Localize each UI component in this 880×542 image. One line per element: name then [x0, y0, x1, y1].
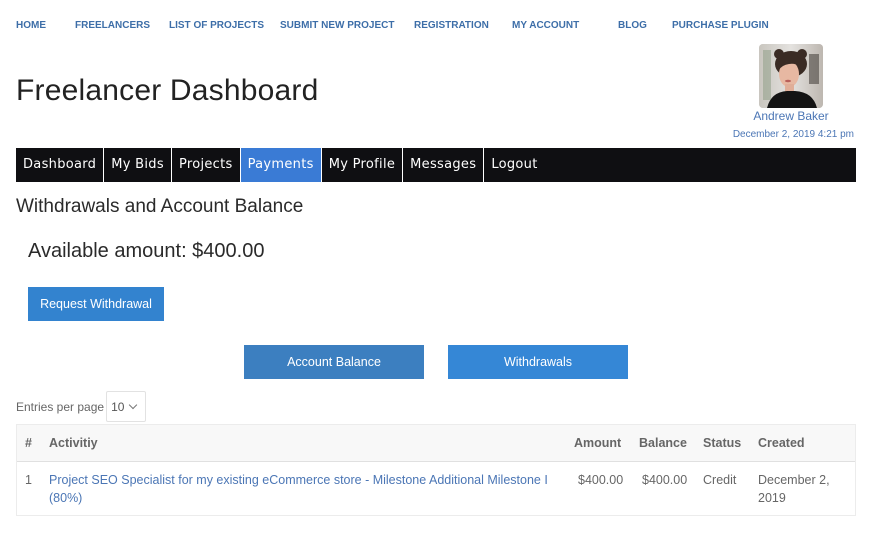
entries-per-page: Entries per page 10 — [16, 391, 147, 422]
nav-link-freelancers[interactable]: FREELANCERS — [75, 20, 150, 31]
transactions-table: # Activitiy Amount Balance Status Create… — [16, 424, 856, 516]
tab-projects[interactable]: Projects — [172, 148, 241, 182]
available-amount: Available amount: $400.00 — [28, 240, 265, 262]
entries-per-page-select[interactable]: 10 — [106, 391, 147, 422]
column-header-status: Status — [703, 436, 742, 450]
column-header-amount: Amount — [574, 436, 622, 450]
row-created-line1: December 2, — [758, 473, 830, 487]
column-header-balance: Balance — [639, 436, 687, 450]
tab-logout[interactable]: Logout — [484, 148, 544, 182]
entries-per-page-label: Entries per page — [16, 399, 105, 414]
user-avatar-icon — [759, 44, 823, 108]
activity-text-line1: Project SEO Specialist for my existing e… — [49, 473, 548, 487]
column-header-number: # — [25, 436, 32, 450]
request-withdrawal-button[interactable]: Request Withdrawal — [28, 287, 164, 321]
dashboard-tabs: Dashboard My Bids Projects Payments My P… — [16, 148, 856, 182]
row-amount: $400.00 — [578, 473, 624, 487]
column-header-activity: Activitiy — [49, 436, 98, 450]
nav-link-purchase-plugin[interactable]: PURCHASE PLUGIN — [672, 20, 769, 31]
tab-dashboard[interactable]: Dashboard — [16, 148, 105, 182]
row-balance: $400.00 — [642, 473, 688, 487]
row-created: December 2, 2019 — [758, 471, 830, 507]
activity-text-line2: (80%) — [49, 491, 83, 505]
nav-link-submit-new-project[interactable]: SUBMIT NEW PROJECT — [280, 20, 394, 31]
activity-link[interactable]: Project SEO Specialist for my existing e… — [49, 471, 559, 507]
chevron-down-icon — [129, 400, 138, 409]
page-title: Freelancer Dashboard — [16, 74, 319, 107]
row-number: 1 — [25, 473, 32, 487]
withdrawals-button[interactable]: Withdrawals — [448, 345, 628, 379]
user-datetime: December 2, 2019 4:21 pm — [732, 129, 854, 140]
entries-per-page-value: 10 — [111, 399, 125, 414]
avatar[interactable] — [759, 44, 823, 108]
tab-messages[interactable]: Messages — [403, 148, 485, 182]
nav-link-my-account[interactable]: MY ACCOUNT — [512, 20, 579, 31]
user-name-link[interactable]: Andrew Baker — [728, 109, 854, 123]
table-row: 1 Project SEO Specialist for my existing… — [17, 462, 855, 515]
account-balance-button[interactable]: Account Balance — [244, 345, 424, 379]
tab-my-profile[interactable]: My Profile — [322, 148, 404, 182]
row-created-line2: 2019 — [758, 491, 786, 505]
tab-my-bids[interactable]: My Bids — [104, 148, 172, 182]
tab-payments[interactable]: Payments — [240, 148, 322, 182]
column-header-created: Created — [758, 436, 805, 450]
row-status: Credit — [703, 473, 737, 487]
nav-link-home[interactable]: HOME — [16, 20, 46, 31]
nav-link-registration[interactable]: REGISTRATION — [414, 20, 489, 31]
nav-link-blog[interactable]: BLOG — [618, 20, 647, 31]
nav-link-list-of-projects[interactable]: LIST OF PROJECTS — [169, 20, 264, 31]
table-header: # Activitiy Amount Balance Status Create… — [17, 425, 855, 462]
section-title: Withdrawals and Account Balance — [16, 196, 304, 217]
